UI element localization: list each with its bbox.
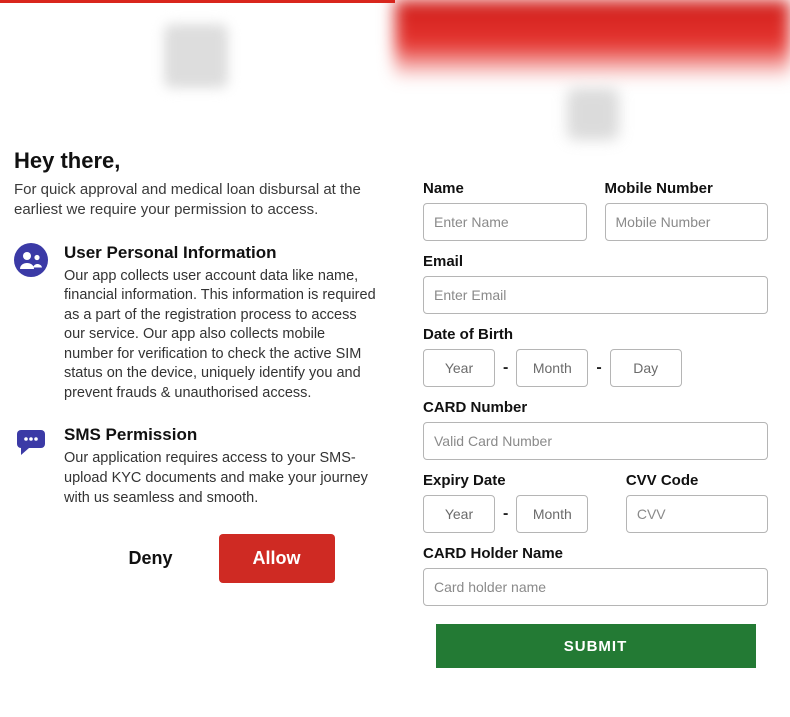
expiry-month-select[interactable]: Month [516, 495, 588, 533]
header-banner-blurred [395, 0, 790, 80]
card-holder-input[interactable] [423, 568, 768, 606]
permission-screen: Hey there, For quick approval and medica… [0, 0, 395, 717]
card-holder-label: CARD Holder Name [423, 545, 768, 562]
permission-button-row: Deny Allow [74, 534, 377, 583]
expiry-separator: - [503, 505, 508, 523]
user-group-icon [14, 243, 50, 404]
mobile-input[interactable] [605, 203, 769, 241]
details-form: Name Mobile Number Email Date of Birth Y… [423, 180, 768, 668]
permission-user-info-title: User Personal Information [64, 243, 377, 263]
cvv-field-group: CVV Code [626, 472, 768, 533]
expiry-field-group: Expiry Date Year - Month [423, 472, 608, 533]
card-number-label: CARD Number [423, 399, 768, 416]
expiry-year-select[interactable]: Year [423, 495, 495, 533]
greeting-heading: Hey there, [14, 148, 377, 174]
card-number-field-group: CARD Number [423, 399, 768, 460]
sms-icon [14, 425, 50, 508]
permission-sms-body: Our application requires access to your … [64, 449, 377, 508]
permission-section-sms: SMS Permission Our application requires … [14, 425, 377, 508]
name-input[interactable] [423, 203, 587, 241]
mobile-field-group: Mobile Number [605, 180, 769, 241]
dob-year-select[interactable]: Year [423, 349, 495, 387]
mobile-label: Mobile Number [605, 180, 769, 197]
submit-button[interactable]: SUBMIT [436, 624, 756, 668]
form-logo-blurred [567, 88, 619, 140]
expiry-label: Expiry Date [423, 472, 608, 489]
intro-text: For quick approval and medical loan disb… [14, 180, 377, 221]
top-accent-bar [0, 0, 395, 3]
email-field-group: Email [423, 253, 768, 314]
allow-button[interactable]: Allow [219, 534, 335, 583]
cvv-input[interactable] [626, 495, 768, 533]
permission-section-user-info: User Personal Information Our app collec… [14, 243, 377, 404]
name-field-group: Name [423, 180, 587, 241]
email-input[interactable] [423, 276, 768, 314]
cvv-label: CVV Code [626, 472, 768, 489]
card-holder-field-group: CARD Holder Name [423, 545, 768, 606]
permission-sms-title: SMS Permission [64, 425, 377, 445]
card-number-input[interactable] [423, 422, 768, 460]
card-form-screen: Name Mobile Number Email Date of Birth Y… [395, 0, 790, 717]
deny-button[interactable]: Deny [116, 534, 184, 583]
app-logo-blurred [164, 24, 228, 88]
dob-separator-1: - [503, 359, 508, 377]
name-label: Name [423, 180, 587, 197]
email-label: Email [423, 253, 768, 270]
dob-label: Date of Birth [423, 326, 768, 343]
app-root: Hey there, For quick approval and medica… [0, 0, 790, 717]
dob-field-group: Date of Birth Year - Month - Day [423, 326, 768, 387]
permission-user-info-body: Our app collects user account data like … [64, 267, 377, 404]
dob-separator-2: - [596, 359, 601, 377]
dob-day-select[interactable]: Day [610, 349, 682, 387]
dob-month-select[interactable]: Month [516, 349, 588, 387]
